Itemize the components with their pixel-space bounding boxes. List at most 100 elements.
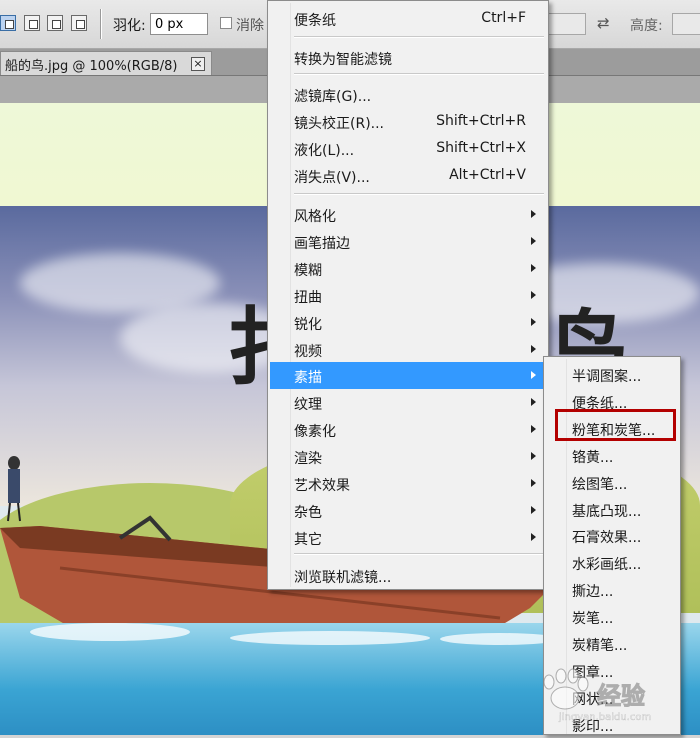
new-selection-icon[interactable] [0, 15, 16, 31]
menu-item-label: 渲染 [294, 451, 322, 467]
submenu-item[interactable]: 铬黄... [546, 442, 678, 469]
menu-item[interactable]: 其它 [270, 524, 546, 551]
menu-item-shortcut: Alt+Ctrl+V [449, 167, 526, 183]
menu-item[interactable]: 滤镜库(G)... [270, 81, 546, 108]
filter-menu: 便条纸 Ctrl+F 转换为智能滤镜 滤镜库(G)... 镜头校正(R)... Shift… [267, 0, 549, 590]
submenu-item[interactable]: 撕边... [546, 576, 678, 603]
submenu-item[interactable]: 炭精笔... [546, 630, 678, 657]
menu-item-label: 转换为智能滤镜 [294, 52, 392, 68]
menu-item-label: 锐化 [294, 317, 322, 333]
feather-label: 羽化: [113, 18, 146, 34]
submenu-arrow-icon [531, 264, 536, 272]
submenu-arrow-icon [531, 425, 536, 433]
menu-item-label: 素描 [294, 370, 322, 386]
menu-item[interactable]: 液化(L)... Shift+Ctrl+X [270, 135, 546, 162]
menu-item-label: 艺术效果 [294, 478, 350, 494]
menu-item-label: 风格化 [294, 209, 336, 225]
submenu-item[interactable]: 绘图笔... [546, 469, 678, 496]
menu-item[interactable]: 画笔描边 [270, 228, 546, 255]
menu-item[interactable]: 模糊 [270, 255, 546, 282]
submenu-item[interactable]: 基底凸现... [546, 496, 678, 523]
menu-item-label: 视频 [294, 344, 322, 360]
watermark: 经验 jingyan.baidu.com [535, 668, 700, 728]
menu-separator [294, 553, 544, 555]
menu-item-label: 扭曲 [294, 290, 322, 306]
menu-item[interactable]: 风格化 [270, 201, 546, 228]
menu-item[interactable]: 消失点(V)... Alt+Ctrl+V [270, 162, 546, 189]
menu-item[interactable]: 镜头校正(R)... Shift+Ctrl+R [270, 108, 546, 135]
wave [440, 633, 560, 645]
submenu-arrow-icon [531, 291, 536, 299]
submenu-item-label: 石膏效果... [572, 530, 642, 547]
menu-item[interactable]: 锐化 [270, 309, 546, 336]
menu-item-label: 画笔描边 [294, 236, 350, 252]
submenu-arrow-icon [531, 479, 536, 487]
submenu-item-label: 半调图案... [572, 369, 642, 385]
submenu-item-label: 基底凸现... [572, 503, 642, 520]
menu-item-label: 消失点(V)... [294, 170, 370, 186]
width-field[interactable] [548, 13, 586, 35]
menu-item-label: 纹理 [294, 397, 322, 413]
menu-item-label: 液化(L)... [294, 143, 355, 159]
menu-item-label: 模糊 [294, 263, 322, 279]
anti-alias-label: 消除 [236, 18, 264, 34]
submenu-item-label: 炭笔... [572, 611, 614, 628]
intersect-selection-icon[interactable] [71, 15, 87, 31]
subtract-from-selection-icon[interactable] [47, 15, 63, 31]
menu-item[interactable]: 转换为智能滤镜 [270, 44, 546, 71]
submenu-arrow-icon [531, 237, 536, 245]
submenu-item-label: 铬黄... [572, 449, 614, 466]
submenu-item-label: 撕边... [572, 584, 614, 601]
height-label: 高度: [630, 18, 663, 34]
wave [230, 631, 430, 645]
submenu-item-label: 炭精笔... [572, 638, 628, 654]
menu-separator [294, 36, 544, 38]
close-icon[interactable]: × [191, 57, 205, 71]
menu-separator [294, 193, 544, 195]
swap-dimensions-icon[interactable]: ⇄ [597, 14, 610, 32]
height-field[interactable] [672, 13, 700, 35]
menu-item-label: 浏览联机滤镜... [294, 570, 392, 586]
menu-item[interactable]: 纹理 [270, 389, 546, 416]
submenu-arrow-icon [531, 506, 536, 514]
document-title: 船的鸟.jpg @ 100%(RGB/8) [5, 59, 178, 74]
menu-item-shortcut: Ctrl+F [481, 10, 526, 26]
menu-item-label: 滤镜库(G)... [294, 89, 372, 105]
menu-item[interactable]: 便条纸 Ctrl+F [270, 5, 546, 32]
watermark-text: 经验 [597, 682, 646, 711]
menu-item-shortcut: Shift+Ctrl+R [436, 113, 526, 129]
menu-item[interactable]: 素描 [270, 362, 546, 389]
menu-item[interactable]: 浏览联机滤镜... [270, 562, 546, 589]
submenu-arrow-icon [531, 371, 536, 379]
submenu-arrow-icon [531, 398, 536, 406]
baidu-paw-icon [543, 668, 589, 710]
menu-item-label: 像素化 [294, 424, 336, 440]
annotation-highlight-box [555, 409, 676, 441]
submenu-item[interactable]: 炭笔... [546, 603, 678, 630]
wave [30, 623, 190, 641]
menu-item[interactable]: 杂色 [270, 497, 546, 524]
menu-item[interactable]: 艺术效果 [270, 470, 546, 497]
menu-item[interactable]: 扭曲 [270, 282, 546, 309]
toolbar-divider [100, 9, 101, 39]
submenu-item[interactable]: 半调图案... [546, 361, 678, 388]
submenu-item-label: 绘图笔... [572, 476, 628, 493]
feather-input[interactable] [150, 13, 208, 35]
menu-separator [294, 73, 544, 75]
menu-item-label: 其它 [294, 532, 322, 548]
submenu-item[interactable]: 石膏效果... [546, 522, 678, 549]
submenu-item[interactable]: 水彩画纸... [546, 549, 678, 576]
submenu-arrow-icon [531, 452, 536, 460]
menu-item[interactable]: 渲染 [270, 443, 546, 470]
add-to-selection-icon[interactable] [24, 15, 40, 31]
menu-item-label: 镜头校正(R)... [294, 116, 385, 132]
submenu-arrow-icon [531, 318, 536, 326]
document-tab[interactable]: 船的鸟.jpg @ 100%(RGB/8) × [0, 51, 212, 75]
submenu-arrow-icon [531, 210, 536, 218]
menu-item[interactable]: 像素化 [270, 416, 546, 443]
submenu-arrow-icon [531, 345, 536, 353]
anti-alias-checkbox[interactable] [220, 17, 232, 29]
menu-item[interactable]: 视频 [270, 336, 546, 363]
menu-item-label: 便条纸 [294, 13, 336, 29]
watermark-url: jingyan.baidu.com [559, 712, 652, 723]
